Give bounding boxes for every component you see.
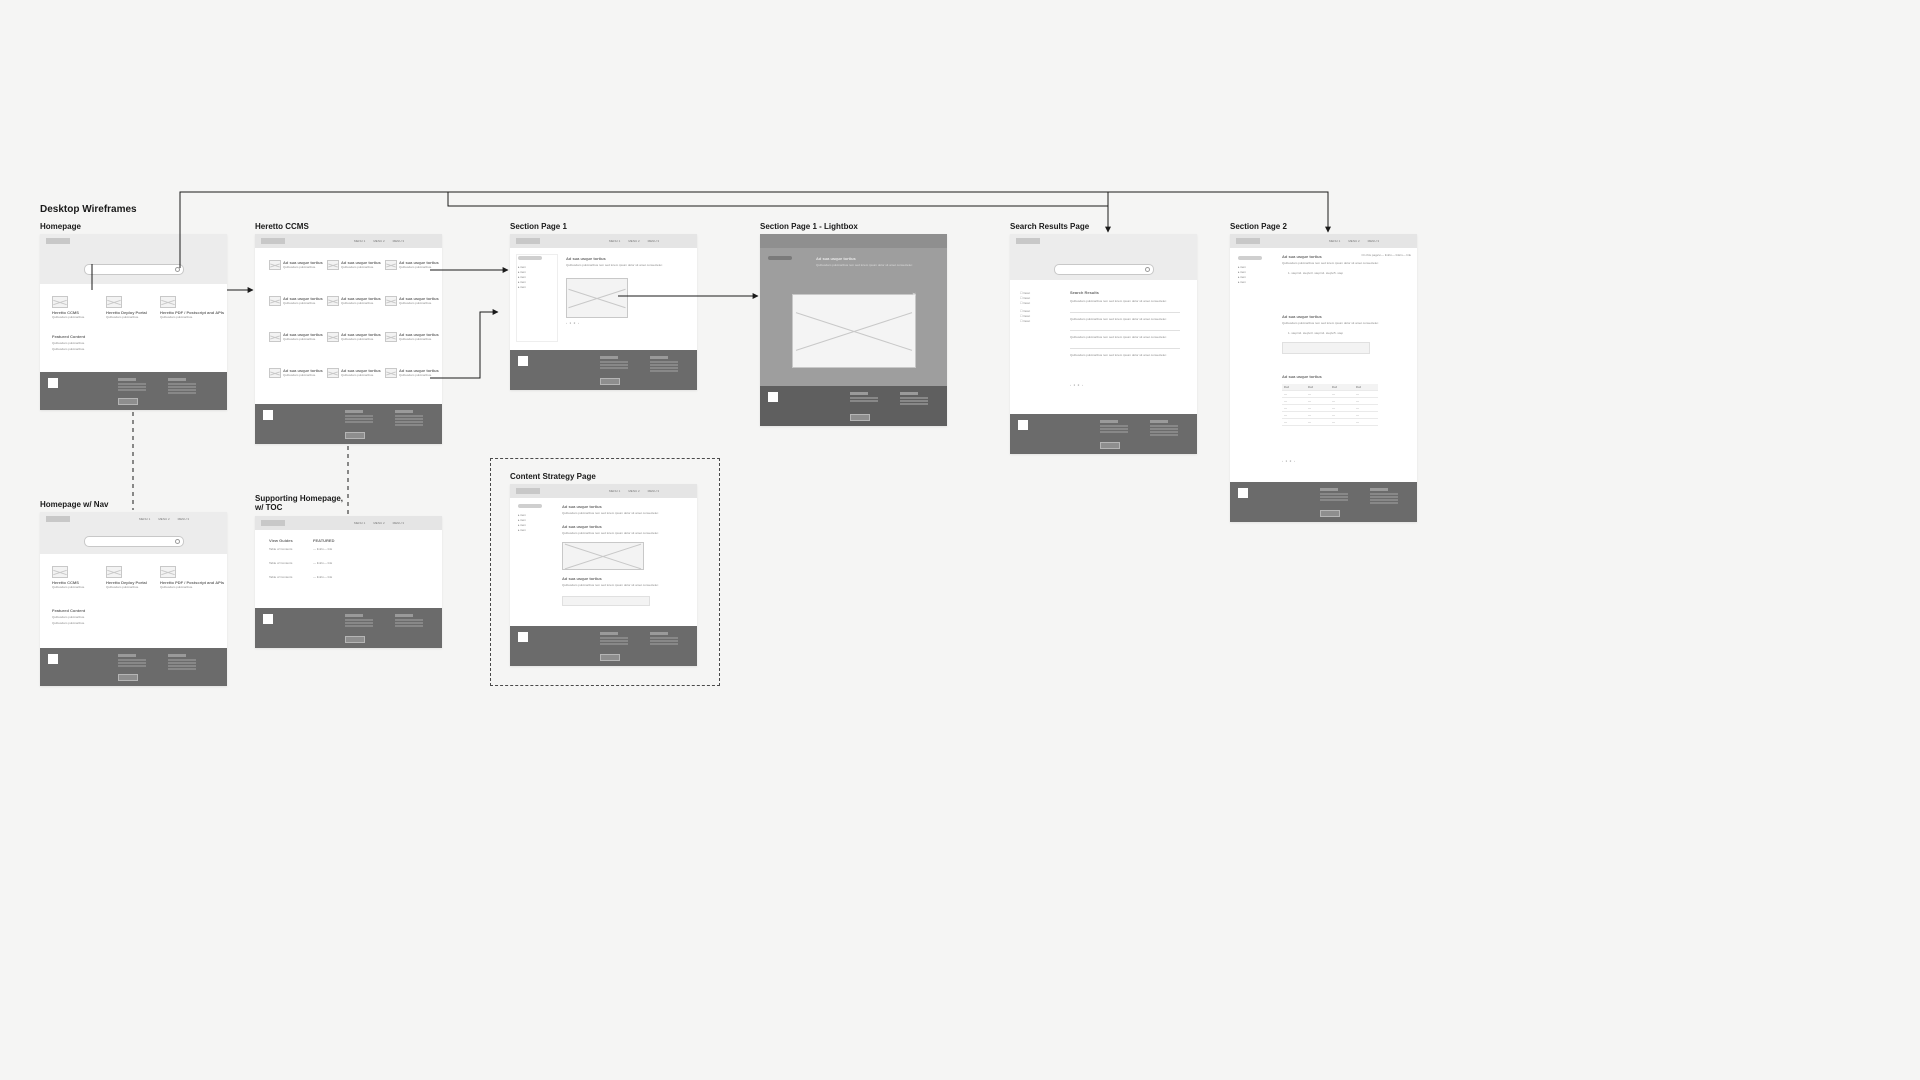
wireframe-flow-canvas[interactable]: Desktop Wireframes Homepage Heretto CCMS…: [0, 0, 1920, 1080]
facet-list[interactable]: ☐ facet☐ facet☐ facet☐ facet☐ facet☐ fac…: [1020, 290, 1030, 324]
frame-section1[interactable]: MENU 1MENU 2MENU 3 ▸ item▸ item▸ item▸ i…: [510, 234, 697, 390]
frame-label-section1: Section Page 1: [510, 222, 567, 231]
frame-support-toc[interactable]: MENU 1MENU 2MENU 3 View Guides FEATURED …: [255, 516, 442, 648]
frame-label-homepage: Homepage: [40, 222, 81, 231]
footer-cta-button[interactable]: [118, 398, 138, 405]
data-table: ColColColCol ———— ———— ———— ———— ————: [1282, 384, 1378, 426]
frame-lightbox[interactable]: Ad sua usque tortius Quibusdam pulvinari…: [760, 234, 947, 426]
frame-label-section2: Section Page 2: [1230, 222, 1287, 231]
frame-label-lightbox: Section Page 1 - Lightbox: [760, 222, 858, 231]
card-icon: [106, 296, 122, 308]
card-desc: Quibusdam pulvinaribus.: [106, 316, 139, 320]
toc-heading: View Guides: [269, 538, 293, 543]
content-image[interactable]: [566, 278, 628, 318]
frame-homepage-nav[interactable]: MENU 1MENU 2MENU 3 Heretto CCMSQuibusdam…: [40, 512, 227, 686]
card-desc: Quibusdam pulvinaribus.: [160, 316, 193, 320]
search-input[interactable]: [1054, 264, 1154, 275]
footer: [40, 372, 227, 410]
right-toc[interactable]: On this page\n— link\n— link\n— link: [1361, 254, 1411, 258]
logo-placeholder: [261, 238, 285, 244]
search-icon: [175, 267, 180, 272]
frame-section2[interactable]: MENU 1MENU 2MENU 3 ▸ item▸ item▸ item▸ i…: [1230, 234, 1417, 522]
frame-label-support-toc: Supporting Homepage, w/ TOC: [255, 494, 343, 512]
card-icon: [160, 296, 176, 308]
frame-search[interactable]: ☐ facet☐ facet☐ facet☐ facet☐ facet☐ fac…: [1010, 234, 1197, 454]
footer: [255, 404, 442, 444]
frame-label-homepage-nav: Homepage w/ Nav: [40, 500, 108, 509]
search-input[interactable]: [84, 264, 184, 275]
logo-placeholder: [46, 238, 70, 244]
featured-row: Quibusdam pulvinaribus.: [52, 342, 85, 346]
frame-label-heretto: Heretto CCMS: [255, 222, 309, 231]
featured-heading: Featured Content: [52, 334, 85, 339]
frame-label-content-strat: Content Strategy Page: [510, 472, 596, 481]
frame-homepage[interactable]: Heretto CCMS Quibusdam pulvinaribus. Her…: [40, 234, 227, 410]
frame-label-search: Search Results Page: [1010, 222, 1089, 231]
nav-links[interactable]: MENU 1MENU 2MENU 3: [354, 239, 412, 243]
close-icon[interactable]: ✕: [912, 292, 917, 297]
lightbox-image[interactable]: [792, 294, 916, 368]
card-icon: [52, 296, 68, 308]
featured-row: Quibusdam pulvinaribus.: [52, 348, 85, 352]
frame-heretto[interactable]: MENU 1MENU 2MENU 3 Ad sua usque tortiusQ…: [255, 234, 442, 444]
group-title: Desktop Wireframes: [40, 204, 137, 215]
footer-logo-icon: [48, 378, 58, 388]
card-desc: Quibusdam pulvinaribus.: [52, 316, 85, 320]
frame-content-strategy[interactable]: MENU 1MENU 2MENU 3 ▸ item▸ item▸ item▸ i…: [510, 484, 697, 666]
